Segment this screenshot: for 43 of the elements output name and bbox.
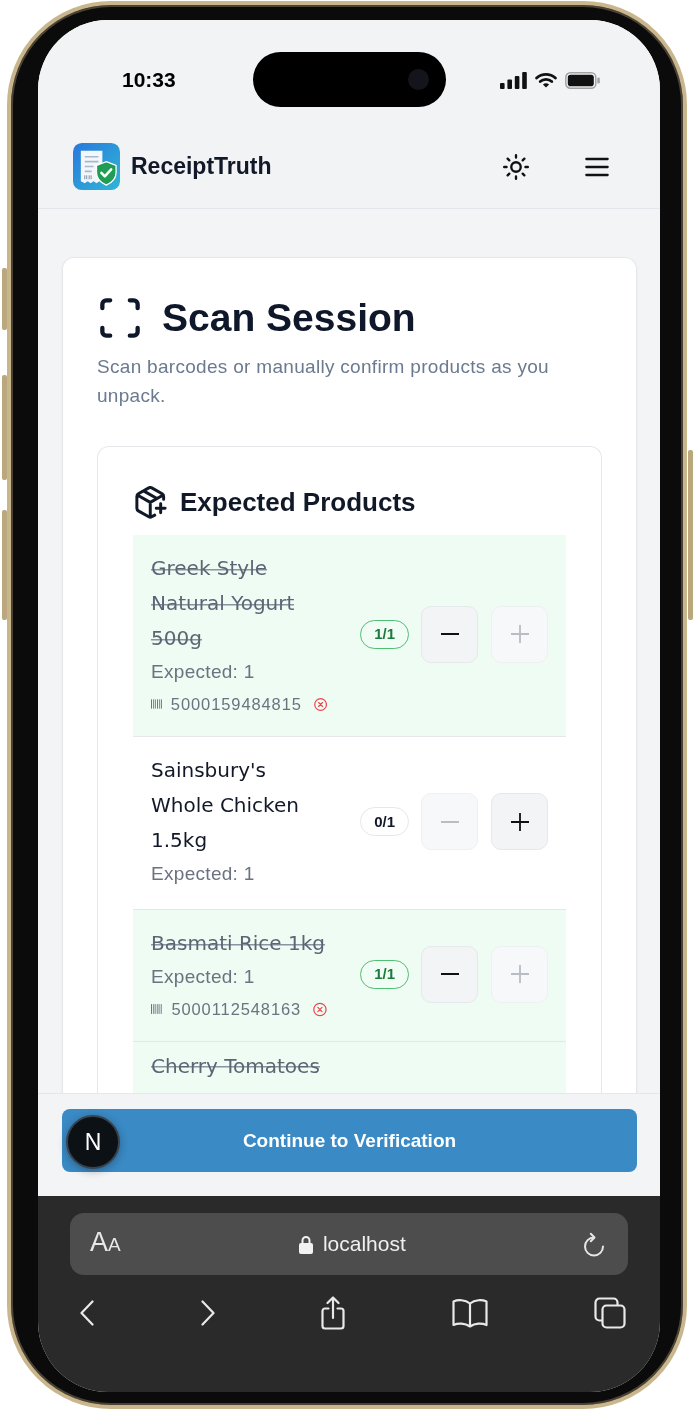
section-title: Expected Products [180,486,416,518]
back-icon[interactable] [80,1300,94,1326]
plus-icon [510,625,529,643]
minus-icon [440,973,459,975]
battery-icon [565,71,600,89]
scan-count-badge: 1/1 [360,959,409,989]
session-title: Scan Session [162,295,416,341]
signal-icon [500,71,527,89]
wifi-icon [535,72,557,88]
sun-icon[interactable] [503,153,529,180]
barcode-number: 5000112548163 [171,999,302,1019]
barcode-icon [151,1003,163,1015]
close-circle-icon[interactable] [313,1000,327,1018]
url-text: localhost [322,1232,406,1256]
expected-quantity: Expected: 1 [151,965,256,989]
product-name: Sainsbury's Whole Chicken 1.5kg [151,757,300,854]
scan-icon [100,298,140,338]
session-description: Scan barcodes or manually confirm products as you unpack. [97,355,550,408]
lock-icon [298,1234,313,1254]
plus-icon [510,812,529,831]
scan-count-badge: 0/1 [360,807,409,836]
minus-icon [440,820,459,823]
app-name: ReceiptTruth [131,153,272,180]
increase-button[interactable] [491,793,548,850]
close-circle-icon[interactable] [313,695,327,713]
plus-icon [510,965,529,983]
box-plus-icon [135,485,167,519]
text-size-button[interactable]: AA [88,1226,123,1262]
barcode-icon [151,698,162,710]
reload-icon[interactable] [582,1231,606,1257]
tabs-icon[interactable] [594,1297,626,1329]
minus-icon [440,633,459,635]
forward-icon[interactable] [200,1300,215,1326]
status-time: 10:33 [122,67,176,93]
book-icon[interactable] [451,1298,488,1328]
menu-icon[interactable] [585,156,609,177]
address-bar[interactable]: AA localhost [70,1213,628,1275]
expected-quantity: Expected: 1 [151,660,256,684]
expected-quantity: Expected: 1 [151,862,256,886]
logo-icon [73,143,120,190]
scan-count-badge: 1/1 [360,619,409,649]
barcode-number: 5000159484815 [170,694,302,714]
share-icon[interactable] [321,1296,345,1330]
